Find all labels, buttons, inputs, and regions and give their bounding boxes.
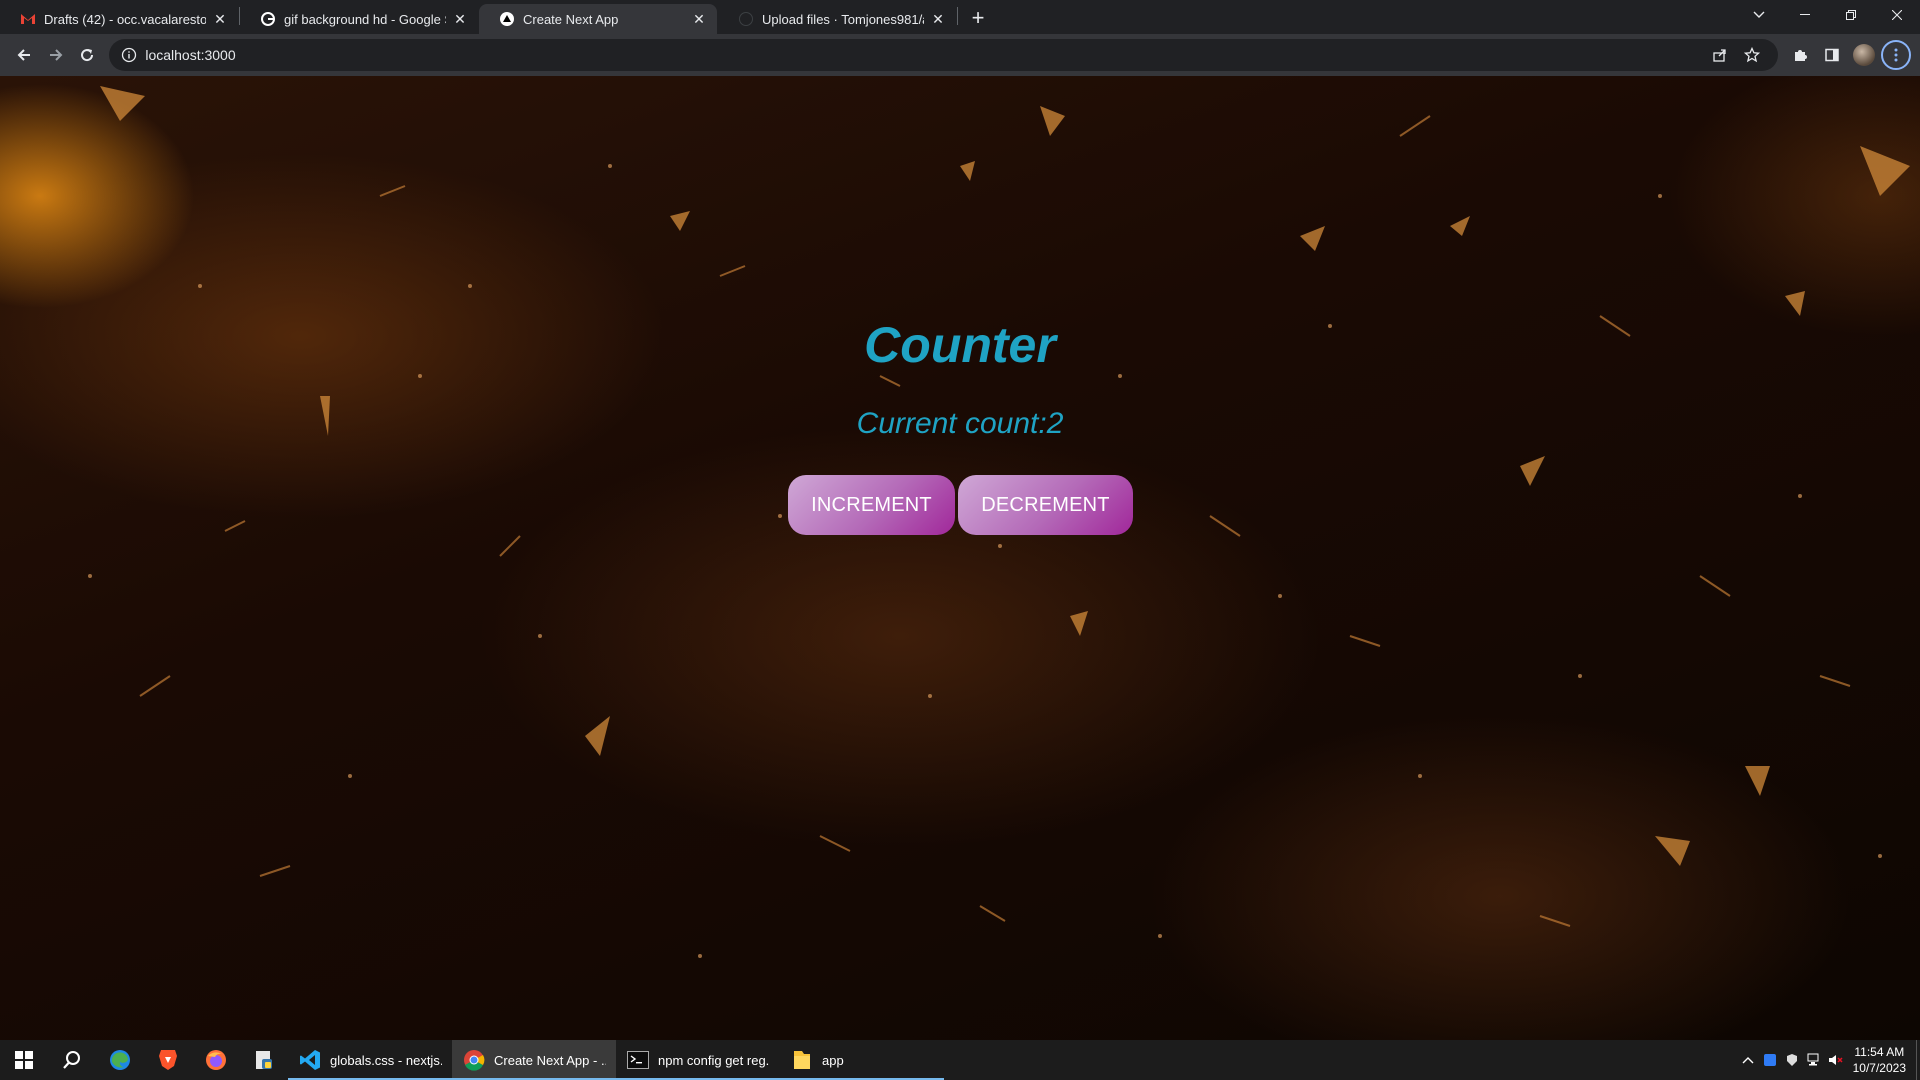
tab-title: Drafts (42) - occ.vacalarestomjo [44,11,206,27]
profile-avatar[interactable] [1848,39,1880,71]
taskbar-app-label: Create Next App - ... [494,1052,606,1068]
browser-menu-button[interactable] [1880,39,1912,71]
counter-button-row: INCREMENT DECREMENT [788,475,1133,535]
close-tab-icon[interactable]: ✕ [691,11,707,27]
tab-github-upload[interactable]: Upload files · Tomjones981/activ ✕ [718,4,956,34]
search-icon[interactable] [48,1040,96,1080]
url-text: localhost:3000 [145,47,236,63]
tray-app-shield-icon[interactable] [1781,1040,1803,1080]
gmail-icon [20,11,36,27]
terminal-icon [626,1048,650,1072]
vscode-icon [298,1048,322,1072]
close-tab-icon[interactable]: ✕ [452,11,468,27]
windows-start-icon[interactable] [0,1040,48,1080]
window-controls [1736,0,1920,30]
taskbar-app-folder[interactable]: app [780,1040,944,1080]
taskbar-clock[interactable]: 11:54 AM 10/7/2023 [1853,1044,1906,1076]
show-desktop-button[interactable] [1916,1040,1920,1080]
back-arrow-icon[interactable] [8,39,40,71]
tab-gmail-drafts[interactable]: Drafts (42) - occ.vacalarestomjo ✕ [0,4,238,34]
taskbar-app-vscode[interactable]: globals.css - nextjs... [288,1040,452,1080]
tab-title: Upload files · Tomjones981/activ [762,11,924,27]
close-tab-icon[interactable]: ✕ [212,11,228,27]
tab-google-search[interactable]: gif background hd - Google Sea ✕ [240,4,478,34]
edge-browser-icon[interactable] [96,1040,144,1080]
new-tab-button[interactable]: + [964,4,992,32]
tab-search-chevron-icon[interactable] [1736,0,1782,30]
google-icon [260,11,276,27]
page-viewport: Counter Current count:2 INCREMENT DECREM… [0,76,1920,1040]
taskbar-app-terminal[interactable]: npm config get reg... [616,1040,780,1080]
share-icon[interactable] [1706,41,1734,69]
more-vertical-icon [1881,40,1911,70]
brave-browser-icon[interactable] [144,1040,192,1080]
folder-icon [790,1048,814,1072]
show-hidden-icons-chevron-icon[interactable] [1737,1040,1759,1080]
tab-create-next-app[interactable]: Create Next App ✕ [479,4,717,34]
increment-button[interactable]: INCREMENT [788,475,955,535]
github-icon [738,11,754,27]
side-panel-icon[interactable] [1816,39,1848,71]
address-bar[interactable]: localhost:3000 [109,39,1778,71]
tab-title: Create Next App [523,11,619,27]
file-explorer-python-icon[interactable] [240,1040,288,1080]
current-count-text: Current count:2 [856,407,1064,440]
minimize-icon[interactable] [1782,0,1828,30]
taskbar-app-chrome[interactable]: Create Next App - ... [452,1040,616,1080]
browser-tab-strip: Drafts (42) - occ.vacalarestomjo ✕ gif b… [0,0,1920,34]
reload-icon[interactable] [72,39,104,71]
browser-toolbar: localhost:3000 [0,34,1920,76]
tab-separator [957,7,958,25]
tray-app-blue-icon[interactable] [1759,1040,1781,1080]
network-icon[interactable] [1803,1040,1825,1080]
decrement-button[interactable]: DECREMENT [958,475,1133,535]
clock-date: 10/7/2023 [1852,1061,1906,1075]
system-tray: 11:54 AM 10/7/2023 [1737,1040,1920,1080]
taskbar-app-label: globals.css - nextjs... [330,1052,442,1068]
tab-title: gif background hd - Google Sea [284,11,446,27]
clock-time: 11:54 AM [1854,1045,1905,1059]
firefox-icon[interactable] [192,1040,240,1080]
site-info-icon[interactable] [121,47,137,63]
forward-arrow-icon[interactable] [40,39,72,71]
close-tab-icon[interactable]: ✕ [930,11,946,27]
bookmark-star-icon[interactable] [1738,41,1766,69]
volume-muted-icon[interactable] [1825,1040,1847,1080]
windows-taskbar: globals.css - nextjs... Create Next App … [0,1040,1920,1080]
counter-title: Counter [864,317,1056,373]
extensions-puzzle-icon[interactable] [1784,39,1816,71]
chrome-icon [462,1048,486,1072]
taskbar-app-label: app [822,1052,844,1068]
nextjs-icon [499,11,515,27]
close-window-icon[interactable] [1874,0,1920,30]
counter-component: Counter Current count:2 INCREMENT DECREM… [0,76,1920,1040]
restore-icon[interactable] [1828,0,1874,30]
taskbar-app-label: npm config get reg... [658,1052,770,1068]
